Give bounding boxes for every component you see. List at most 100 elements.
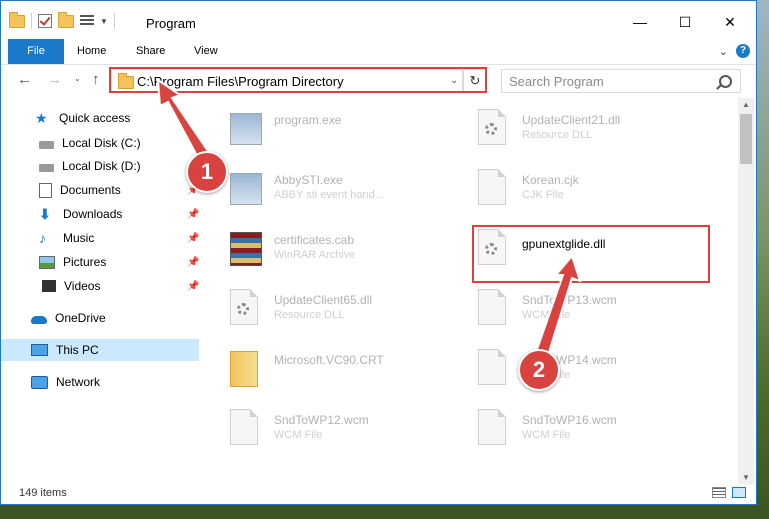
search-box[interactable]: Search Program — [501, 69, 741, 93]
tab-view[interactable]: View — [194, 39, 218, 64]
view-buttons — [712, 487, 746, 498]
sidebar-item-label: Network — [56, 375, 101, 389]
tab-file[interactable]: File — [8, 39, 64, 64]
sidebar-item-pictures[interactable]: Pictures 📌 — [1, 251, 199, 273]
sidebar-item-onedrive[interactable]: OneDrive — [1, 307, 199, 329]
file-name: Korean.cjk — [522, 173, 579, 187]
up-arrow-icon[interactable]: ↑ — [92, 71, 100, 88]
annotation-highlight-address — [109, 67, 487, 93]
file-name: Microsoft.VC90.CRT — [274, 353, 384, 367]
pin-icon[interactable]: 📌 — [187, 209, 199, 220]
file-item[interactable]: program.exe — [230, 107, 470, 155]
help-icon[interactable]: ? — [736, 44, 750, 58]
file-explorer-window: ▼ Program — ☐ ✕ File Home Share View ⌄ ?… — [0, 0, 757, 505]
file-item[interactable]: Korean.cjk CJK File — [478, 167, 718, 215]
step-badge-2: 2 — [518, 349, 560, 391]
sidebar-item-label: Local Disk (C:) — [62, 136, 141, 150]
file-type: WinRAR Archive — [274, 249, 356, 261]
file-name: SndToWP16.wcm — [522, 413, 617, 427]
file-item[interactable]: Microsoft.VC90.CRT — [230, 347, 470, 395]
sidebar-item-local-disk-d[interactable]: Local Disk (D:) — [1, 155, 199, 177]
sidebar-item-this-pc[interactable]: This PC — [1, 339, 199, 361]
sidebar-item-music[interactable]: ♪ Music 📌 — [1, 227, 199, 249]
scroll-up-icon[interactable]: ▲ — [742, 100, 750, 109]
sidebar-item-videos[interactable]: Videos 📌 — [1, 275, 199, 297]
navigation-pane: ★ Quick access Local Disk (C:) Local Dis… — [1, 101, 201, 481]
large-icons-view-icon[interactable] — [732, 487, 746, 498]
pin-icon[interactable]: 📌 — [187, 233, 199, 244]
sidebar-item-documents[interactable]: Documents 📌 — [1, 179, 199, 201]
file-item[interactable]: certificates.cab WinRAR Archive — [230, 227, 470, 275]
download-icon: ⬇ — [39, 206, 51, 222]
tab-home[interactable]: Home — [77, 39, 106, 64]
expand-ribbon-icon[interactable]: ⌄ — [719, 45, 728, 58]
folder-icon — [230, 351, 258, 387]
file-name: UpdateClient21.dll — [522, 113, 621, 127]
file-name: AbbySTI.exe — [274, 173, 343, 187]
folder-icon[interactable] — [9, 11, 25, 28]
properties-icon[interactable] — [80, 15, 94, 27]
maximize-button[interactable]: ☐ — [662, 7, 708, 37]
file-icon — [478, 289, 506, 325]
file-item[interactable]: UpdateClient65.dll Resource DLL — [230, 287, 470, 335]
star-icon: ★ — [35, 110, 48, 126]
chevron-down-icon[interactable]: ▼ — [100, 17, 108, 26]
recent-locations-chevron-icon[interactable]: ⌄ — [74, 74, 81, 83]
document-icon — [39, 182, 52, 198]
file-name: SndToWP12.wcm — [274, 413, 369, 427]
dll-icon — [478, 109, 506, 145]
sidebar-item-local-disk-c[interactable]: Local Disk (C:) — [1, 132, 199, 154]
file-item[interactable]: SndToWP12.wcm WCM File — [230, 407, 470, 455]
quick-access-toolbar: ▼ — [9, 11, 115, 29]
file-icon — [478, 349, 506, 385]
scroll-down-icon[interactable]: ▼ — [742, 473, 750, 482]
sidebar-item-network[interactable]: Network — [1, 371, 199, 393]
music-icon: ♪ — [39, 230, 46, 246]
sidebar-item-label: This PC — [56, 343, 99, 357]
video-icon — [39, 280, 56, 292]
file-icon — [230, 409, 258, 445]
exe-icon — [230, 173, 262, 205]
vertical-scrollbar[interactable]: ▲ ▼ — [738, 98, 754, 484]
title-bar: ▼ Program — ☐ ✕ — [1, 1, 756, 39]
minimize-button[interactable]: — — [617, 7, 663, 37]
rar-archive-icon — [230, 232, 262, 266]
sidebar-item-label: Downloads — [63, 207, 123, 221]
sidebar-item-downloads[interactable]: ⬇ Downloads 📌 — [1, 203, 199, 225]
file-item[interactable]: AbbySTI.exe ABBY sti event hand... — [230, 167, 470, 215]
sidebar-item-label: Music — [63, 231, 95, 245]
file-item[interactable]: SndToWP16.wcm WCM File — [478, 407, 718, 455]
file-type: Resource DLL — [522, 129, 593, 141]
sidebar-item-quick-access[interactable]: ★ Quick access — [1, 107, 199, 129]
pin-icon[interactable]: 📌 — [187, 257, 199, 268]
sidebar-item-label: OneDrive — [55, 311, 106, 325]
sidebar-item-label: Documents — [60, 183, 121, 197]
disk-icon — [39, 141, 54, 149]
forward-arrow-icon[interactable]: → — [47, 71, 62, 88]
new-folder-icon[interactable] — [58, 11, 74, 28]
scrollbar-thumb[interactable] — [740, 114, 752, 164]
sidebar-item-label: Quick access — [59, 111, 131, 125]
sidebar-item-label: Local Disk (D:) — [62, 159, 141, 173]
search-input[interactable]: Search Program — [509, 74, 604, 89]
file-item[interactable]: SndToWP14.wcm WCM File — [478, 347, 718, 395]
divider — [31, 13, 32, 29]
file-name: program.exe — [274, 113, 342, 127]
annotation-highlight-file — [472, 225, 710, 283]
file-item[interactable]: SndToWP13.wcm WCM File — [478, 287, 718, 335]
file-name: UpdateClient65.dll — [274, 293, 373, 307]
status-bar: 149 items — [1, 484, 756, 504]
close-button[interactable]: ✕ — [707, 7, 753, 37]
network-icon — [31, 375, 48, 389]
step-badge-1: 1 — [186, 151, 228, 193]
pin-icon[interactable]: 📌 — [187, 281, 199, 292]
tab-share[interactable]: Share — [136, 39, 165, 64]
divider — [113, 13, 115, 29]
exe-icon — [230, 113, 262, 145]
back-arrow-icon[interactable]: ← — [17, 71, 32, 88]
item-count: 149 items — [19, 487, 67, 499]
file-item[interactable]: UpdateClient21.dll Resource DLL — [478, 107, 718, 155]
details-view-icon[interactable] — [712, 487, 726, 498]
properties-check-icon[interactable] — [38, 14, 52, 28]
file-icon — [478, 409, 506, 445]
